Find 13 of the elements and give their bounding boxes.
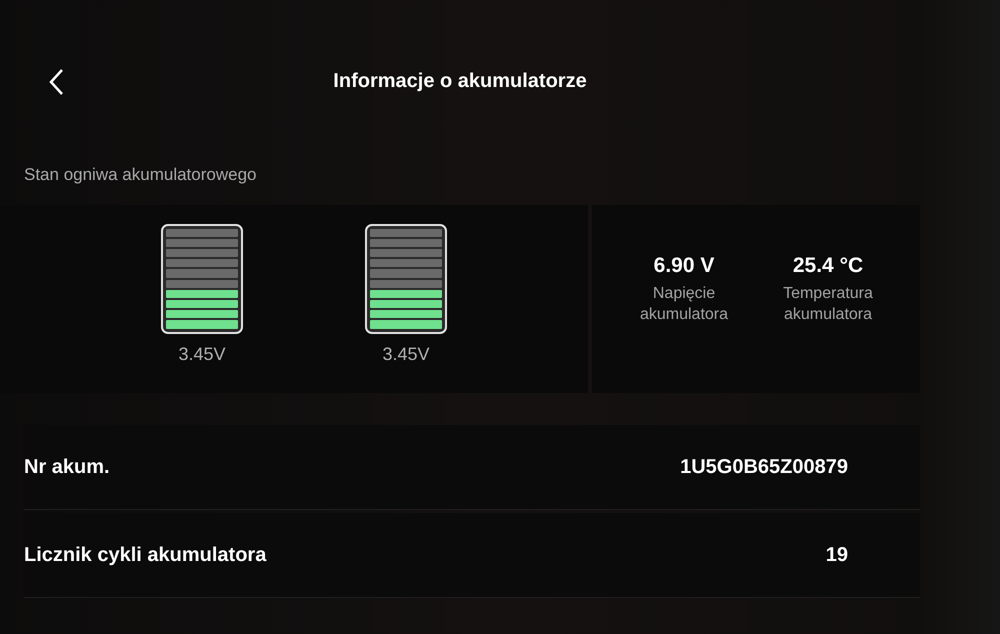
cell-voltage: 3.45V <box>382 344 430 364</box>
row-value: 1U5G0B65Z00879 <box>680 456 848 478</box>
row-label: Licznik cykli akumulatora <box>24 544 266 566</box>
row-label: Nr akum. <box>24 456 110 478</box>
stat-value: 6.90 V <box>654 254 714 278</box>
section-label: Stan ogniwa akumulatorowego <box>23 165 258 186</box>
page-title: Informacje o akumulatorze <box>333 70 587 94</box>
stat-label: Napięcie akumulatora <box>638 284 730 325</box>
stat-value: 25.4 °C <box>792 254 864 278</box>
back-icon <box>48 68 64 96</box>
stat-label: Temperatura akumulatora <box>782 284 874 325</box>
cell-voltage: 3.45V <box>178 344 226 364</box>
row-value: 19 <box>826 544 848 566</box>
